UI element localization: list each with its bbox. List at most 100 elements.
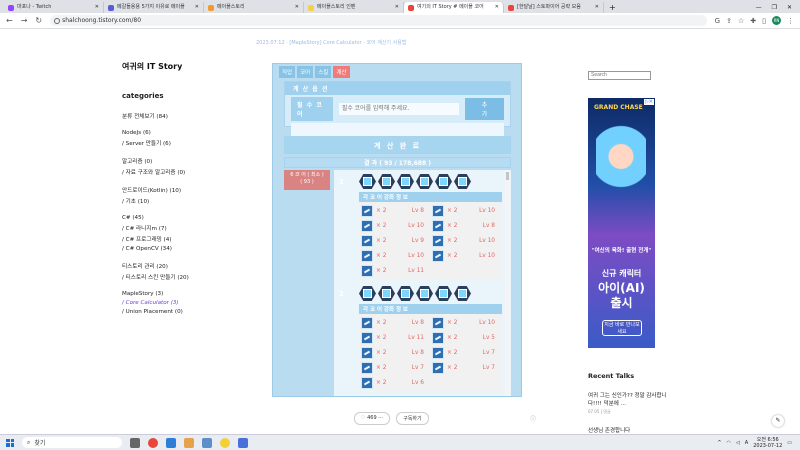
forward-icon[interactable]: → xyxy=(21,16,28,25)
tab-close-icon[interactable]: ✕ xyxy=(95,2,99,13)
core-combo[interactable]: 1 각 코 어 강화 정 보 × 2 Lv 8 × 2 Lv 10 × 2 Lv 10 × 2 L… xyxy=(334,170,511,282)
browser-tab[interactable]: 메갈들용용 5가지 이유로 메이플 ✕ xyxy=(104,2,204,13)
kakaotalk-icon[interactable] xyxy=(220,437,230,448)
v-matrix-core-icon[interactable] xyxy=(359,174,376,189)
volume-icon[interactable]: ◁ xyxy=(736,440,740,446)
core-detail-cell: × 2 Lv 10 xyxy=(430,204,501,217)
result-list[interactable]: 1 각 코 어 강화 정 보 × 2 Lv 8 × 2 Lv 10 × 2 Lv 10 × 2 L… xyxy=(334,170,511,396)
subcategory-item[interactable]: / 기초 (10) xyxy=(122,197,242,205)
category-item[interactable]: NodeJs (6) xyxy=(122,130,242,136)
advertisement-banner[interactable]: ▷✕ GRAND CHASE "여신의 육화! 출현 전개" 신규 캐릭터 아이… xyxy=(588,98,655,348)
new-tab-button[interactable]: + xyxy=(604,2,621,13)
app-icon[interactable] xyxy=(184,437,194,448)
profile-avatar[interactable]: RN xyxy=(772,16,781,25)
recent-talk-text[interactable]: 여귀 그는 신인가?? 정말 감사합니다!!!! 덕분에 … xyxy=(588,392,674,408)
tool-float-button[interactable]: ✎ xyxy=(772,415,784,427)
subscribe-button[interactable]: 구독하기 xyxy=(396,412,429,425)
category-item[interactable]: C# (45) xyxy=(122,215,242,221)
v-matrix-core-icon[interactable] xyxy=(359,286,376,301)
calc-tab[interactable]: 스킬 xyxy=(315,66,332,78)
calc-tab[interactable]: 코어 xyxy=(297,66,314,78)
sidepanel-icon[interactable]: ▯ xyxy=(762,17,766,25)
add-core-button[interactable]: 추 가 xyxy=(465,98,504,120)
ad-close-icon[interactable]: ▷✕ xyxy=(643,99,654,105)
app-icon[interactable] xyxy=(202,437,212,448)
subcategory-item[interactable]: / C# OpenCV (34) xyxy=(122,246,242,252)
network-icon[interactable]: ◠ xyxy=(727,440,731,446)
category-item[interactable]: 분류 전체보기 (84) xyxy=(122,112,242,120)
recent-talk-item[interactable]: 선생님 존경합니다 xyxy=(588,426,658,434)
google-icon[interactable]: G xyxy=(715,17,720,25)
category-item[interactable]: 티스토리 관리 (20) xyxy=(122,262,242,270)
browser-tab[interactable]: 메이플스토리 인벤 ✕ xyxy=(304,2,404,13)
v-matrix-core-icon[interactable] xyxy=(416,174,433,189)
maximize-icon[interactable]: ❐ xyxy=(772,2,777,13)
v-matrix-core-icon[interactable] xyxy=(397,174,414,189)
chrome-icon[interactable] xyxy=(148,437,158,448)
core-detail-cell: × 2 Lv 8 xyxy=(430,219,501,232)
minimize-icon[interactable]: — xyxy=(756,2,762,13)
required-core-input[interactable] xyxy=(338,103,460,115)
taskbar-search[interactable]: ⌕ 찾기 xyxy=(22,437,122,448)
combo-tag-line2: ( 93 ) xyxy=(300,179,314,185)
v-matrix-core-icon[interactable] xyxy=(435,286,452,301)
windows-start-icon[interactable] xyxy=(6,438,14,447)
v-matrix-core-icon[interactable] xyxy=(435,174,452,189)
share-icon[interactable]: ⇪ xyxy=(726,17,732,25)
back-icon[interactable]: ← xyxy=(6,16,13,25)
calc-tab[interactable]: 계산 xyxy=(333,66,350,78)
subcategory-item[interactable]: / 티스토리 스킨 만들기 (20) xyxy=(122,273,242,281)
v-matrix-core-icon[interactable] xyxy=(454,286,471,301)
core-detail-cell: × 2 Lv 10 xyxy=(430,316,501,329)
menu-icon[interactable]: ⋮ xyxy=(787,17,794,25)
tab-close-icon[interactable]: ✕ xyxy=(595,2,599,13)
browser-tab[interactable]: 여기의 IT Story # 메이플 코어 ✕ xyxy=(404,2,504,13)
category-item[interactable]: MapleStory (3) xyxy=(122,291,242,297)
app-icon[interactable] xyxy=(238,437,248,448)
browser-tab[interactable]: 메이플스토리 ✕ xyxy=(204,2,304,13)
category-item[interactable]: 안드로이드(Kotlin) (10) xyxy=(122,186,242,194)
v-matrix-core-icon[interactable] xyxy=(416,286,433,301)
blog-title[interactable]: 여귀의 IT Story xyxy=(122,61,242,72)
subcategory-item[interactable]: / C# 라니지m (7) xyxy=(122,224,242,232)
subcategory-item[interactable]: / C# 프로그래밍 (4) xyxy=(122,235,242,243)
extensions-icon[interactable]: ✚ xyxy=(750,17,756,25)
skill-icon xyxy=(361,264,373,277)
like-button[interactable]: ♡ 469 ⋯ xyxy=(354,412,391,425)
core-combo[interactable]: 2 각 코 어 강화 정 보 × 2 Lv 8 × 2 Lv 10 × 2 Lv 11 × 2 L… xyxy=(334,282,511,394)
subcategory-item[interactable]: / Server 만들기 (6) xyxy=(122,139,242,147)
calc-tab[interactable]: 직업 xyxy=(279,66,296,78)
info-icon[interactable]: ⓘ xyxy=(530,414,536,423)
subcategory-item[interactable]: / Core Calculator (3) xyxy=(122,300,242,306)
post-breadcrumb[interactable]: 2023.07.12 · [MapleStory] Core Calculato… xyxy=(256,39,406,46)
v-matrix-core-icon[interactable] xyxy=(378,174,395,189)
subcategory-item[interactable]: / Union Placement (0) xyxy=(122,309,242,315)
combo-filter-tag[interactable]: 6 코 어 ( 최소 ) ( 93 ) xyxy=(284,170,330,190)
taskbar-clock[interactable]: 오전 6:56 2023-07-12 xyxy=(753,437,782,449)
tab-close-icon[interactable]: ✕ xyxy=(295,2,299,13)
v-matrix-core-icon[interactable] xyxy=(454,174,471,189)
bookmark-star-icon[interactable]: ☆ xyxy=(738,17,744,25)
blog-search-input[interactable] xyxy=(588,70,651,80)
category-item[interactable]: 알고리즘 (0) xyxy=(122,157,242,165)
url-field[interactable]: shalchoong.tistory.com/80 xyxy=(50,15,707,26)
result-scrollbar[interactable] xyxy=(505,170,510,396)
tab-close-icon[interactable]: ✕ xyxy=(495,2,499,13)
app-icon[interactable] xyxy=(166,437,176,448)
task-view-icon[interactable] xyxy=(130,437,140,448)
v-matrix-core-icon[interactable] xyxy=(397,286,414,301)
tray-chevron-icon[interactable]: ^ xyxy=(717,440,721,446)
reload-icon[interactable]: ↻ xyxy=(35,16,42,25)
tab-close-icon[interactable]: ✕ xyxy=(395,2,399,13)
v-matrix-core-icon[interactable] xyxy=(378,286,395,301)
ime-indicator[interactable]: A xyxy=(745,440,748,446)
ad-cta-button[interactable]: 지금 바로 만나보세요 xyxy=(602,320,642,336)
recent-talk-item[interactable]: 여귀 그는 신인가?? 정말 감사합니다!!!! 덕분에 … 07.05 | 댓… xyxy=(588,392,674,416)
tab-close-icon[interactable]: ✕ xyxy=(195,2,199,13)
browser-tab[interactable]: [한달날] 스토파이어 공략 모음 ✕ xyxy=(504,2,604,13)
close-window-icon[interactable]: ✕ xyxy=(787,2,792,13)
subcategory-item[interactable]: / 자료 구조와 알고리즘 (0) xyxy=(122,168,242,176)
browser-tab[interactable]: 마포나 - Twitch ✕ xyxy=(4,2,104,13)
core-level: Lv 9 xyxy=(411,237,424,244)
notification-icon[interactable]: ▭ xyxy=(787,440,792,446)
